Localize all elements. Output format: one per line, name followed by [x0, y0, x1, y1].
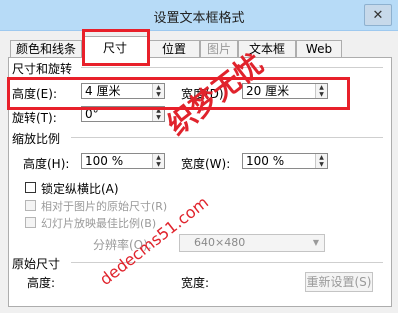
rotation-label: 旋转(T):	[12, 111, 57, 125]
original-width-label: 宽度:	[181, 276, 210, 290]
close-button[interactable]: ✕	[364, 4, 392, 26]
highlight-dimensions-row	[7, 77, 350, 110]
relative-original-label: 相对于图片的原始尺寸(R)	[41, 200, 168, 213]
tab-web[interactable]: Web	[296, 40, 342, 57]
scale-width-spinner[interactable]: 100 % ▲ ▼	[242, 153, 328, 169]
tab-position[interactable]: 位置	[148, 40, 200, 57]
spin-down-icon[interactable]: ▼	[153, 161, 164, 168]
chevron-down-icon: ▼	[312, 238, 320, 247]
spin-down-icon[interactable]: ▼	[316, 161, 327, 168]
best-slideshow-checkbox	[25, 217, 36, 228]
scale-height-label: 高度(H):	[23, 157, 70, 171]
scale-height-spinner[interactable]: 100 % ▲ ▼	[81, 153, 165, 169]
tab-colors-lines[interactable]: 颜色和线条	[10, 40, 82, 57]
original-height-label: 高度:	[27, 276, 56, 290]
lock-aspect-checkbox[interactable]	[25, 182, 36, 193]
highlight-size-tab	[82, 29, 150, 66]
scale-width-value: 100 %	[246, 154, 285, 168]
resolution-value: 640×480	[194, 236, 246, 249]
section-size-rotate-title: 尺寸和旋转	[12, 62, 73, 76]
section-original-size-title: 原始尺寸	[12, 257, 61, 271]
dialog-title: 设置文本框格式	[153, 11, 245, 26]
reset-button: 重新设置(S)	[305, 272, 373, 292]
scale-width-label: 宽度(W):	[181, 157, 231, 171]
scale-height-value: 100 %	[85, 154, 124, 168]
lock-aspect-label[interactable]: 锁定纵横比(A)	[41, 180, 119, 197]
relative-original-checkbox	[25, 200, 36, 211]
section-scale-title: 缩放比例	[12, 132, 61, 146]
resolution-select: 640×480 ▼	[179, 234, 325, 252]
title-bar: 设置文本框格式 ✕	[0, 0, 398, 31]
divider	[71, 137, 383, 138]
tab-strip: 颜色和线条 尺寸 位置 图片 文本框 Web	[8, 36, 392, 58]
spin-up-icon[interactable]: ▲	[153, 154, 164, 161]
close-icon: ✕	[372, 7, 384, 23]
best-slideshow-label: 幻灯片放映最佳比例(B)	[41, 217, 157, 230]
spin-up-icon[interactable]: ▲	[316, 154, 327, 161]
